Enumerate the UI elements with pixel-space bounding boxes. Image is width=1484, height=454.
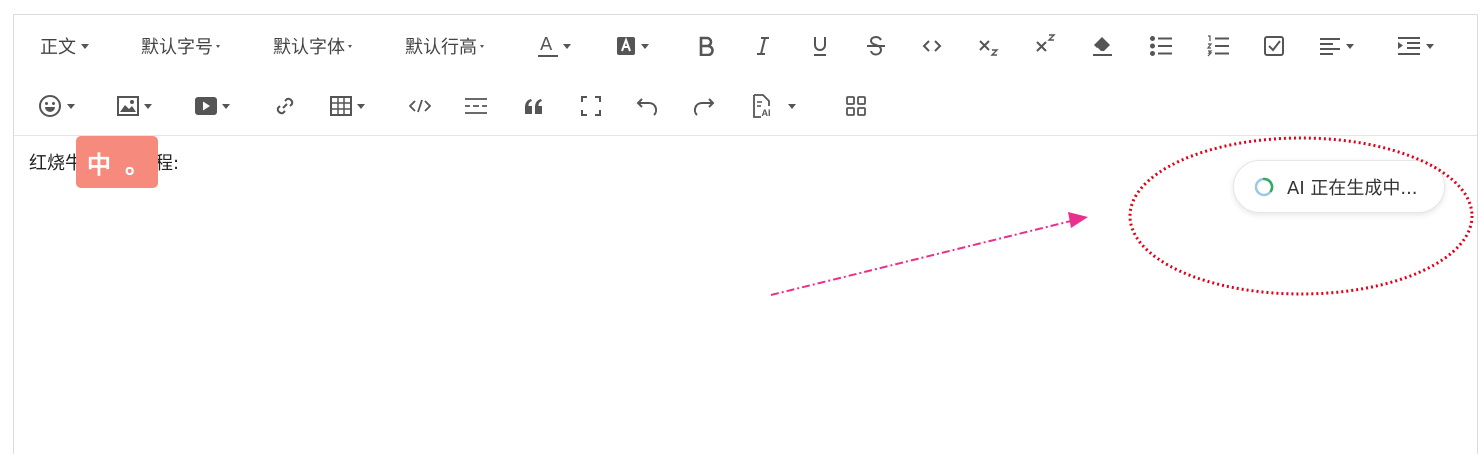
undo-button[interactable]	[635, 91, 659, 121]
background-color-button[interactable]	[616, 31, 649, 61]
quote-button[interactable]	[522, 91, 546, 121]
bold-icon	[699, 36, 714, 56]
indent-dropdown[interactable]	[1397, 31, 1434, 61]
emoji-icon	[39, 95, 61, 117]
ime-indicator: 中 。	[76, 136, 158, 188]
video-dropdown[interactable]	[195, 91, 230, 121]
chevron-down-icon	[357, 103, 365, 109]
chevron-down-icon	[144, 103, 152, 109]
fullscreen-button[interactable]	[579, 91, 603, 121]
inline-code-icon	[922, 40, 942, 52]
font-size-dropdown[interactable]: 默认字号	[141, 31, 220, 61]
font-family-dropdown[interactable]: 默认字体	[273, 31, 352, 61]
chevron-down-icon	[348, 44, 352, 48]
font-family-label: 默认字体	[273, 37, 345, 58]
align-dropdown[interactable]	[1319, 31, 1354, 61]
chevron-down-icon	[641, 43, 649, 49]
divider-icon	[465, 98, 487, 114]
redo-button[interactable]	[692, 91, 716, 121]
link-icon	[276, 97, 294, 115]
table-dropdown[interactable]	[330, 91, 365, 121]
indent-icon	[1398, 37, 1420, 55]
editor-toolbar: 正文 默认字号 默认字体 默认行高 A AI	[14, 15, 1477, 136]
divider-button[interactable]	[464, 91, 488, 121]
italic-button[interactable]	[751, 31, 775, 61]
chevron-down-icon	[1426, 43, 1434, 49]
font-size-label: 默认字号	[141, 37, 213, 58]
superscript-button[interactable]	[1034, 29, 1058, 59]
subscript-button[interactable]	[977, 31, 1001, 61]
chevron-down-icon	[563, 43, 571, 49]
undo-icon	[636, 98, 658, 116]
code-block-icon	[409, 99, 431, 113]
font-color-icon: A	[538, 34, 558, 58]
font-color-button[interactable]: A	[538, 31, 571, 61]
italic-icon	[757, 37, 769, 55]
bullet-list-icon	[1150, 36, 1172, 56]
rich-text-editor: 正文 默认字号 默认字体 默认行高 A AI 中 。 AI 正在生成中...	[13, 14, 1478, 454]
ai-generating-status: AI 正在生成中...	[1233, 160, 1445, 213]
todo-button[interactable]	[1262, 31, 1286, 61]
more-grid-icon	[846, 96, 866, 116]
eraser-icon	[1093, 37, 1112, 56]
todo-icon	[1264, 36, 1284, 56]
table-icon	[330, 96, 352, 116]
ai-dropdown[interactable]: AI	[752, 91, 796, 121]
chevron-down-icon	[67, 103, 75, 109]
clear-format-button[interactable]	[1091, 31, 1115, 61]
paragraph-format-label: 正文	[40, 37, 76, 58]
more-button[interactable]	[844, 91, 868, 121]
quote-icon	[525, 99, 542, 114]
code-block-button[interactable]	[408, 91, 432, 121]
font-color-letter: A	[540, 34, 553, 55]
strikethrough-icon	[867, 35, 885, 56]
align-left-icon	[1320, 38, 1340, 55]
background-color-icon	[617, 37, 635, 55]
ime-punct-mode: 。	[125, 150, 149, 179]
chevron-down-icon	[81, 43, 89, 49]
svg-text:AI: AI	[762, 108, 771, 118]
ordered-list-icon	[1206, 35, 1229, 57]
ime-mode-char: 中	[87, 150, 111, 179]
line-height-label: 默认行高	[405, 37, 477, 58]
line-height-dropdown[interactable]: 默认行高	[405, 31, 484, 61]
chevron-down-icon	[788, 103, 796, 109]
fullscreen-icon	[581, 96, 601, 116]
superscript-icon	[1036, 34, 1056, 52]
video-icon	[195, 97, 217, 115]
bold-button[interactable]	[694, 31, 718, 61]
underline-button[interactable]	[808, 31, 832, 61]
inline-code-button[interactable]	[920, 31, 944, 61]
emoji-dropdown[interactable]	[38, 91, 75, 121]
ai-status-text: AI 正在生成中...	[1287, 177, 1418, 199]
chevron-down-icon	[1346, 43, 1354, 49]
subscript-icon	[979, 40, 999, 56]
link-button[interactable]	[273, 91, 297, 121]
ordered-list-button[interactable]	[1205, 31, 1231, 61]
strikethrough-button[interactable]	[864, 31, 888, 61]
ai-document-icon: AI	[753, 94, 771, 118]
chevron-down-icon	[216, 44, 220, 48]
paragraph-format-dropdown[interactable]: 正文	[40, 31, 89, 61]
bullet-list-button[interactable]	[1148, 31, 1174, 61]
underline-icon	[814, 37, 826, 56]
image-icon	[117, 96, 139, 116]
image-dropdown[interactable]	[117, 91, 152, 121]
loading-spinner-icon	[1254, 177, 1274, 196]
chevron-down-icon	[222, 103, 230, 109]
chevron-down-icon	[480, 44, 484, 48]
redo-icon	[693, 98, 715, 116]
